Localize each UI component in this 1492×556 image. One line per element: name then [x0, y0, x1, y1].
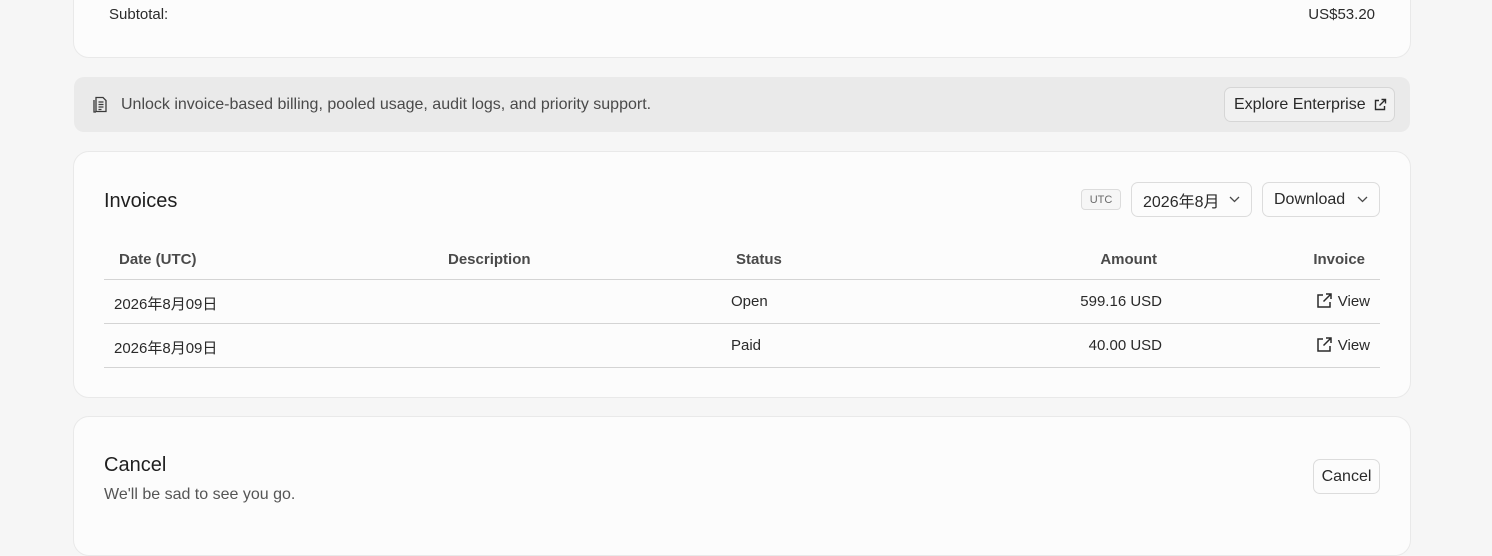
view-invoice-label: View	[1337, 336, 1370, 354]
column-header-amount: Amount	[1100, 251, 1157, 268]
banner-text: Unlock invoice-based billing, pooled usa…	[121, 96, 652, 113]
timezone-badge: UTC	[1081, 189, 1121, 210]
invoices-card: Invoices UTC 2026年8月 Download Date (UTC)…	[73, 151, 1411, 398]
row-amount: 599.16 USD	[1080, 293, 1162, 310]
table-row: 2026年8月09日 Paid 40.00 USD View	[104, 324, 1380, 368]
chevron-down-icon	[1357, 196, 1368, 203]
column-header-date: Date (UTC)	[119, 251, 197, 268]
external-link-icon	[1374, 98, 1386, 110]
explore-enterprise-label: Explore Enterprise	[1234, 95, 1366, 113]
receipt-icon	[93, 96, 109, 113]
subtotal-label: Subtotal:	[109, 6, 169, 23]
subtotal-card: Subtotal: US$53.20	[73, 0, 1411, 58]
table-header: Date (UTC) Description Status Amount Inv…	[104, 240, 1380, 280]
row-status: Paid	[731, 337, 762, 354]
chevron-down-icon	[1229, 196, 1240, 203]
view-invoice-link[interactable]: View	[1315, 336, 1370, 354]
month-select[interactable]: 2026年8月	[1131, 182, 1252, 217]
cancel-button[interactable]: Cancel	[1313, 459, 1380, 494]
view-invoice-link[interactable]: View	[1315, 292, 1370, 310]
row-date: 2026年8月09日	[114, 296, 218, 313]
row-date: 2026年8月09日	[114, 340, 218, 357]
column-header-invoice: Invoice	[1313, 251, 1365, 268]
row-amount: 40.00 USD	[1088, 337, 1162, 354]
view-invoice-label: View	[1337, 292, 1370, 310]
table-row: 2026年8月09日 Open 599.16 USD View	[104, 280, 1380, 324]
download-dropdown[interactable]: Download	[1262, 182, 1380, 217]
row-status: Open	[731, 293, 768, 310]
download-label: Download	[1274, 190, 1346, 208]
column-header-status: Status	[736, 251, 782, 268]
invoices-title: Invoices	[104, 190, 178, 212]
explore-enterprise-button[interactable]: Explore Enterprise	[1224, 87, 1395, 122]
month-select-value: 2026年8月	[1143, 193, 1220, 211]
invoices-table: Date (UTC) Description Status Amount Inv…	[104, 240, 1380, 368]
cancel-subtitle: We'll be sad to see you go.	[104, 486, 296, 503]
cancel-title: Cancel	[104, 454, 167, 476]
cancel-card: Cancel We'll be sad to see you go. Cance…	[73, 416, 1411, 556]
external-link-icon	[1317, 293, 1332, 308]
external-link-icon	[1317, 337, 1332, 352]
subtotal-value: US$53.20	[1308, 6, 1375, 23]
column-header-description: Description	[448, 251, 531, 268]
enterprise-banner: Unlock invoice-based billing, pooled usa…	[74, 77, 1410, 132]
